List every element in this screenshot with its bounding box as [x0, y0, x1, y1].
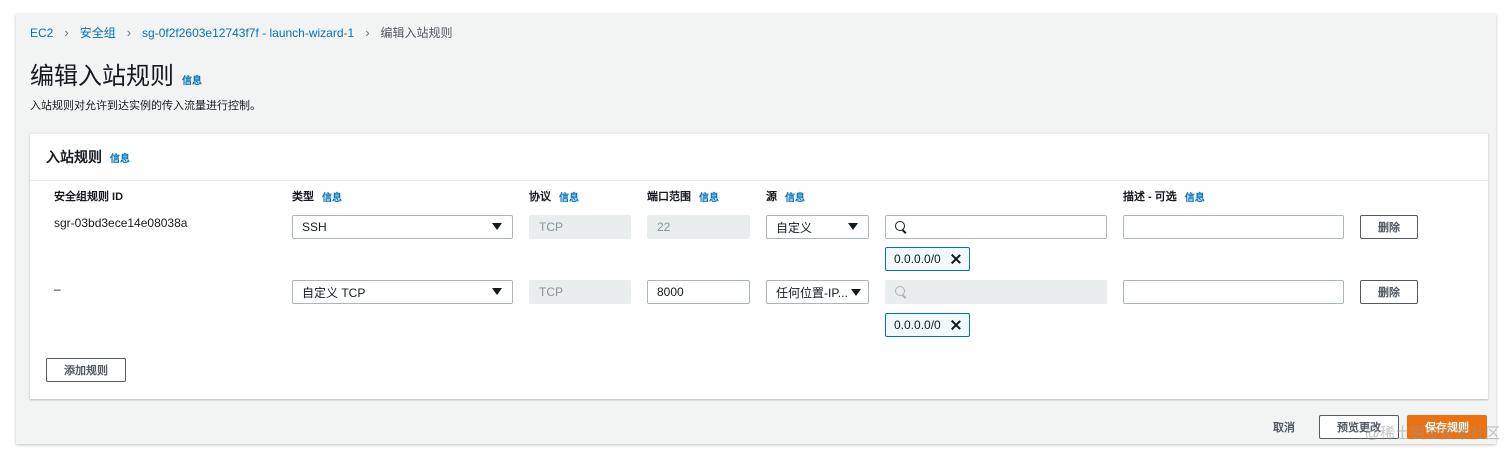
- search-icon: [895, 286, 907, 298]
- page-info-link[interactable]: 信息: [182, 72, 202, 87]
- description-info-link[interactable]: 信息: [1185, 189, 1205, 204]
- source-token-label: 0.0.0.0/0: [894, 252, 941, 266]
- col-header-port-range: 端口范围 信息: [647, 188, 719, 204]
- cancel-button[interactable]: 取消: [1254, 415, 1314, 439]
- protocol-info-link[interactable]: 信息: [559, 189, 579, 204]
- type-select[interactable]: SSH: [292, 215, 513, 239]
- port-range-field: 22: [647, 215, 750, 239]
- delete-button[interactable]: 删除: [1360, 215, 1418, 239]
- col-header-description: 描述 - 可选 信息: [1123, 188, 1205, 204]
- col-header-protocol-label: 协议: [529, 191, 551, 203]
- port-range-input[interactable]: 8000: [647, 280, 750, 304]
- source-type-select[interactable]: 任何位置-IP...: [766, 280, 869, 304]
- chevron-right-icon: ›: [126, 25, 132, 40]
- breadcrumb-security-group[interactable]: sg-0f2f2603e12743f7f - launch-wizard-1: [142, 26, 354, 40]
- rule-id: –: [54, 282, 61, 296]
- rule-id: sgr-03bd3ece14e08038a: [54, 216, 188, 230]
- type-info-link[interactable]: 信息: [322, 189, 342, 204]
- caret-down-icon: [850, 288, 861, 296]
- delete-button[interactable]: 删除: [1360, 280, 1418, 304]
- chevron-right-icon: ›: [365, 25, 370, 40]
- col-header-rule-id: 安全组规则 ID: [54, 188, 123, 204]
- title-row: 编辑入站规则 信息: [30, 56, 202, 91]
- source-search-input: [885, 280, 1107, 304]
- source-search-input[interactable]: [885, 215, 1107, 239]
- col-header-rule-id-label: 安全组规则 ID: [54, 191, 124, 203]
- add-rule-button[interactable]: 添加规则: [46, 358, 126, 382]
- breadcrumb: EC2 › 安全组 › sg-0f2f2603e12743f7f - launc…: [30, 24, 453, 41]
- type-select-value: SSH: [302, 220, 327, 234]
- chevron-right-icon: ›: [64, 25, 69, 40]
- breadcrumb-security-groups[interactable]: 安全组: [80, 24, 116, 41]
- close-icon[interactable]: [951, 254, 961, 264]
- col-header-type: 类型 信息: [292, 188, 342, 204]
- source-info-link[interactable]: 信息: [785, 189, 805, 204]
- col-header-port-range-label: 端口范围: [647, 191, 691, 203]
- col-header-type-label: 类型: [292, 191, 314, 203]
- source-type-value: 自定义: [776, 220, 813, 235]
- caret-down-icon: [492, 288, 502, 295]
- description-input[interactable]: [1123, 215, 1344, 239]
- page-description: 入站规则对允许到达实例的传入流量进行控制。: [30, 100, 261, 112]
- col-header-source: 源 信息: [766, 188, 805, 204]
- protocol-field: TCP: [529, 215, 631, 239]
- source-type-value: 任何位置-IP...: [776, 285, 848, 300]
- source-token: 0.0.0.0/0: [885, 313, 970, 337]
- type-select-value: 自定义 TCP: [302, 285, 366, 300]
- source-type-select[interactable]: 自定义: [766, 215, 869, 239]
- search-icon: [895, 221, 907, 233]
- port-range-info-link[interactable]: 信息: [699, 189, 719, 204]
- source-token-label: 0.0.0.0/0: [894, 318, 941, 332]
- panel-header: 入站规则 信息: [30, 134, 1488, 181]
- source-token: 0.0.0.0/0: [885, 247, 970, 271]
- breadcrumb-ec2[interactable]: EC2: [30, 26, 53, 40]
- page-container: EC2 › 安全组 › sg-0f2f2603e12743f7f - launc…: [16, 14, 1496, 444]
- watermark: @稀土掘金技术社区: [1364, 425, 1500, 442]
- panel-info-link[interactable]: 信息: [110, 150, 130, 165]
- protocol-field: TCP: [529, 280, 631, 304]
- col-header-source-label: 源: [766, 191, 777, 203]
- close-icon[interactable]: [951, 320, 961, 330]
- caret-down-icon: [492, 223, 502, 230]
- breadcrumb-current: 编辑入站规则: [380, 26, 453, 40]
- caret-down-icon: [848, 223, 858, 230]
- inbound-rules-panel: 入站规则 信息: [30, 133, 1488, 399]
- description-input[interactable]: [1123, 280, 1344, 304]
- col-header-description-label: 描述 - 可选: [1123, 191, 1177, 203]
- panel-title: 入站规则: [46, 149, 102, 165]
- page-title: 编辑入站规则: [30, 63, 174, 90]
- type-select[interactable]: 自定义 TCP: [292, 280, 513, 304]
- col-header-protocol: 协议 信息: [529, 188, 579, 204]
